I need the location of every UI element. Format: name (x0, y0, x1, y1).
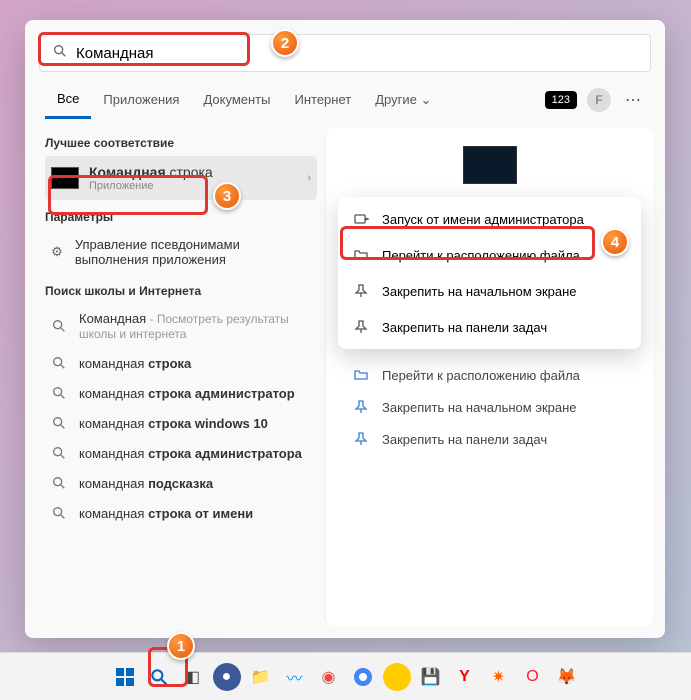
search-icon (51, 385, 67, 401)
search-icon (52, 43, 68, 64)
search-suggestion[interactable]: командная строка администратор (45, 378, 317, 408)
preview-pane: Запуск от имени администратора Перейти к … (325, 128, 653, 626)
action-label: Перейти к расположению файла (382, 248, 580, 263)
app-icon[interactable] (383, 663, 411, 691)
action-label: Запуск от имени администратора (382, 212, 584, 227)
context-menu: Запуск от имени администратора Перейти к … (338, 197, 641, 349)
tab-all[interactable]: Все (45, 81, 91, 119)
taskview-icon[interactable]: ◧ (179, 663, 207, 691)
search-suggestion[interactable]: Командная - Посмотреть результаты школы … (45, 304, 317, 348)
pin-icon (352, 319, 370, 335)
pin-icon (352, 283, 370, 299)
gear-icon: ⚙ (51, 244, 63, 260)
pin-icon (352, 399, 370, 415)
annotation-4: 4 (601, 228, 629, 256)
more-options-icon[interactable]: ⋯ (621, 90, 645, 110)
section-web: Поиск школы и Интернета (45, 284, 317, 298)
chevron-down-icon: ⌄ (420, 92, 431, 107)
results-pane: Лучшее соответствие Командная строка При… (25, 120, 325, 638)
search-bar[interactable] (39, 34, 651, 72)
app-icon[interactable]: 〰 (281, 663, 309, 691)
badge-counter[interactable]: 123 (545, 91, 577, 109)
search-icon (51, 355, 67, 371)
taskbar: ◧ ● 📁 〰 ◉ 💾 Y ✷ O 🦊 (0, 652, 691, 700)
search-input[interactable] (76, 45, 638, 62)
search-icon (51, 445, 67, 461)
best-match-title: Командная строка (89, 164, 297, 180)
folder-icon (352, 367, 370, 383)
secondary-actions: Перейти к расположению файла Закрепить на… (338, 359, 641, 455)
app-thumbnail (463, 146, 517, 184)
annotation-1: 1 (167, 632, 195, 660)
app-icon[interactable]: ◉ (315, 663, 343, 691)
start-button[interactable] (111, 663, 139, 691)
search-suggestion[interactable]: командная строка от имени (45, 498, 317, 528)
tab-apps[interactable]: Приложения (91, 82, 191, 117)
search-icon (51, 415, 67, 431)
search-suggestion[interactable]: командная подсказка (45, 468, 317, 498)
action-label: Закрепить на панели задач (382, 432, 547, 447)
action-label: Перейти к расположению файла (382, 368, 580, 383)
app-icon[interactable]: ● (213, 663, 241, 691)
action-folder[interactable]: Перейти к расположению файла (338, 237, 641, 273)
tab-web[interactable]: Интернет (282, 82, 363, 117)
pin-icon (352, 431, 370, 447)
action-pin[interactable]: Закрепить на панели задач (338, 309, 641, 345)
avatar[interactable]: F (587, 88, 611, 112)
search-icon (51, 318, 67, 334)
filter-tabs: Все Приложения Документы Интернет Другие… (25, 80, 665, 120)
search-panel: Все Приложения Документы Интернет Другие… (25, 20, 665, 638)
search-suggestion[interactable]: командная строка (45, 348, 317, 378)
annotation-2: 2 (271, 29, 299, 57)
action-pin[interactable]: Закрепить на панели задач (338, 423, 641, 455)
action-label: Закрепить на начальном экране (382, 400, 577, 415)
taskbar-search-icon[interactable] (145, 663, 173, 691)
action-pin[interactable]: Закрепить на начальном экране (338, 273, 641, 309)
search-suggestion[interactable]: командная строка администратора (45, 438, 317, 468)
cmd-icon (51, 167, 79, 189)
app-icon[interactable]: 💾 (417, 663, 445, 691)
folder-icon (352, 247, 370, 263)
search-suggestion[interactable]: командная строка windows 10 (45, 408, 317, 438)
search-icon (51, 505, 67, 521)
best-match-subtitle: Приложение (89, 180, 297, 192)
admin-icon (352, 211, 370, 227)
action-label: Закрепить на панели задач (382, 320, 547, 335)
best-match-item[interactable]: Командная строка Приложение › (45, 156, 317, 200)
yandex-icon[interactable]: Y (451, 663, 479, 691)
firefox-icon[interactable]: 🦊 (553, 663, 581, 691)
action-admin[interactable]: Запуск от имени администратора (338, 201, 641, 237)
action-label: Закрепить на начальном экране (382, 284, 577, 299)
app-icon[interactable]: ✷ (485, 663, 513, 691)
section-params: Параметры (45, 210, 317, 224)
search-icon (51, 475, 67, 491)
chrome-icon[interactable] (349, 663, 377, 691)
section-best-match: Лучшее соответствие (45, 136, 317, 150)
explorer-icon[interactable]: 📁 (247, 663, 275, 691)
tab-docs[interactable]: Документы (191, 82, 282, 117)
chevron-right-icon: › (307, 172, 311, 184)
tab-more[interactable]: Другие ⌄ (363, 82, 443, 118)
action-folder[interactable]: Перейти к расположению файла (338, 359, 641, 391)
app-preview (338, 146, 641, 187)
opera-icon[interactable]: O (519, 663, 547, 691)
action-pin[interactable]: Закрепить на начальном экране (338, 391, 641, 423)
annotation-3: 3 (213, 182, 241, 210)
param-item[interactable]: ⚙ Управление псевдонимами выполнения при… (45, 230, 317, 274)
